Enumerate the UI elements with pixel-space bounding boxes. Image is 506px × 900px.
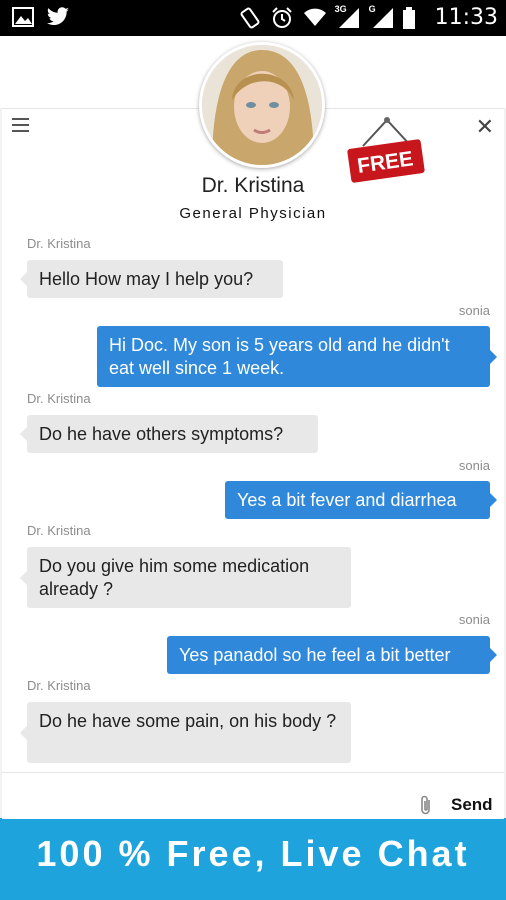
signal-3g: 3G <box>335 4 359 30</box>
doctor-name: Dr. Kristina <box>201 174 305 197</box>
signal-g: G <box>369 4 393 30</box>
clock: 11:33 <box>434 5 498 30</box>
message-sender: sonia <box>458 612 490 627</box>
close-icon[interactable]: ✕ <box>476 114 494 140</box>
outgoing-message: Hi Doc. My son is 5 years old and he did… <box>97 326 497 387</box>
message-sender: sonia <box>458 458 490 473</box>
message-sender: Dr. Kristina <box>27 236 91 251</box>
message-sender: Dr. Kristina <box>27 391 91 406</box>
incoming-message: Do you give him some medication already … <box>20 547 351 608</box>
attachment-icon[interactable] <box>418 795 434 817</box>
menu-icon[interactable] <box>12 118 29 132</box>
doctor-specialty: General Physician <box>179 205 327 222</box>
rotate-icon <box>239 7 261 29</box>
incoming-message: Do he have some pain, on his body ? <box>20 702 351 763</box>
promo-banner: 100 % Free, Live Chat <box>0 818 506 900</box>
incoming-message: Do he have others symptoms? <box>20 415 318 453</box>
outgoing-message: Yes panadol so he feel a bit better <box>167 636 497 674</box>
twitter-icon <box>46 7 69 29</box>
wifi-icon <box>303 7 326 29</box>
message-sender: Dr. Kristina <box>27 678 91 693</box>
status-bar: 3G G 11:33 <box>0 0 506 36</box>
doctor-avatar <box>199 42 325 168</box>
incoming-message: Hello How may I help you? <box>20 260 283 298</box>
battery-icon <box>402 7 425 29</box>
send-button[interactable]: Send <box>451 795 493 815</box>
message-sender: sonia <box>458 303 490 318</box>
outgoing-message: Yes a bit fever and diarrhea <box>225 481 497 519</box>
alarm-icon <box>271 7 293 29</box>
image-icon <box>12 7 34 29</box>
message-sender: Dr. Kristina <box>27 523 91 538</box>
